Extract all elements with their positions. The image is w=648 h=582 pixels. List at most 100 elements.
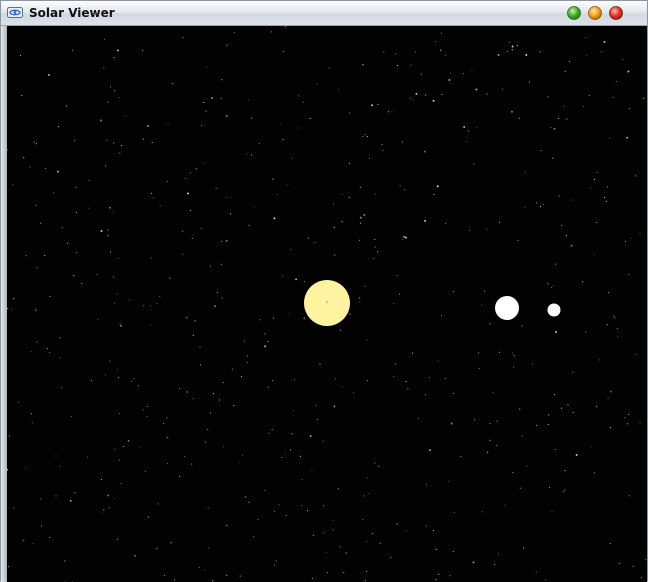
- star: [191, 463, 193, 465]
- star: [565, 235, 567, 237]
- star: [402, 238, 404, 240]
- star: [61, 387, 63, 389]
- star: [281, 274, 283, 276]
- star: [438, 573, 440, 575]
- space-viewport[interactable]: [7, 26, 647, 582]
- star: [64, 560, 66, 562]
- star: [440, 49, 442, 51]
- star: [107, 101, 109, 103]
- star: [377, 251, 379, 253]
- star: [570, 244, 573, 247]
- star: [437, 360, 439, 362]
- star: [244, 496, 247, 498]
- star: [374, 193, 376, 195]
- star: [428, 376, 430, 378]
- star: [374, 238, 376, 240]
- star: [233, 32, 235, 34]
- star: [257, 519, 259, 521]
- star: [59, 465, 61, 467]
- star: [225, 239, 228, 242]
- star: [473, 163, 475, 165]
- minimize-button[interactable]: [588, 5, 602, 20]
- star: [610, 390, 612, 393]
- star: [629, 107, 631, 110]
- planet-small[interactable]: [547, 303, 561, 317]
- star: [113, 89, 116, 92]
- star: [303, 317, 306, 320]
- star: [596, 405, 598, 407]
- star: [506, 50, 508, 52]
- star: [513, 366, 515, 368]
- star: [379, 542, 381, 544]
- star: [359, 222, 361, 224]
- star: [147, 516, 149, 518]
- star: [547, 96, 549, 98]
- maximize-button[interactable]: [567, 5, 581, 20]
- star: [109, 86, 112, 88]
- star: [122, 445, 124, 448]
- star: [295, 278, 298, 281]
- sun[interactable]: [304, 280, 350, 326]
- star: [606, 324, 608, 326]
- star: [601, 51, 603, 53]
- star: [358, 297, 360, 299]
- title-bar[interactable]: Solar Viewer: [1, 1, 647, 26]
- star: [220, 240, 222, 242]
- star: [348, 196, 350, 199]
- star: [348, 162, 351, 164]
- star: [340, 329, 342, 331]
- app-icon: [7, 7, 23, 18]
- star: [396, 523, 398, 525]
- star: [124, 115, 126, 117]
- star: [198, 566, 200, 568]
- star: [322, 505, 325, 507]
- star: [96, 273, 98, 275]
- star: [497, 53, 500, 56]
- star: [582, 281, 584, 283]
- star: [150, 257, 152, 259]
- star: [492, 391, 494, 393]
- star: [546, 282, 548, 284]
- star: [547, 424, 549, 426]
- star: [226, 196, 228, 198]
- star: [448, 79, 451, 81]
- star: [627, 70, 630, 73]
- orange-circle-icon: [588, 6, 602, 20]
- star: [264, 333, 266, 335]
- star: [119, 323, 121, 325]
- star: [570, 199, 572, 201]
- star: [343, 571, 345, 574]
- star: [335, 378, 337, 380]
- star: [395, 53, 397, 55]
- star: [333, 226, 335, 228]
- star: [61, 227, 63, 229]
- close-button[interactable]: [609, 5, 623, 20]
- star: [284, 452, 286, 454]
- planet-large[interactable]: [495, 296, 519, 320]
- star: [8, 435, 11, 437]
- star: [244, 340, 246, 342]
- star: [30, 413, 32, 415]
- star: [101, 512, 103, 514]
- star: [33, 141, 35, 143]
- star: [29, 166, 31, 168]
- star: [150, 324, 152, 326]
- star: [460, 456, 462, 458]
- star: [425, 525, 427, 527]
- star: [513, 355, 515, 357]
- star: [349, 313, 351, 315]
- star: [550, 286, 553, 288]
- star: [496, 420, 498, 422]
- star: [59, 337, 61, 339]
- star: [553, 393, 555, 395]
- star: [332, 529, 334, 531]
- star: [511, 45, 514, 48]
- star: [409, 97, 411, 99]
- star: [432, 530, 434, 532]
- star: [411, 352, 414, 354]
- star: [616, 328, 618, 330]
- star: [525, 54, 528, 56]
- star: [516, 45, 518, 47]
- star: [511, 352, 514, 354]
- star: [432, 99, 435, 102]
